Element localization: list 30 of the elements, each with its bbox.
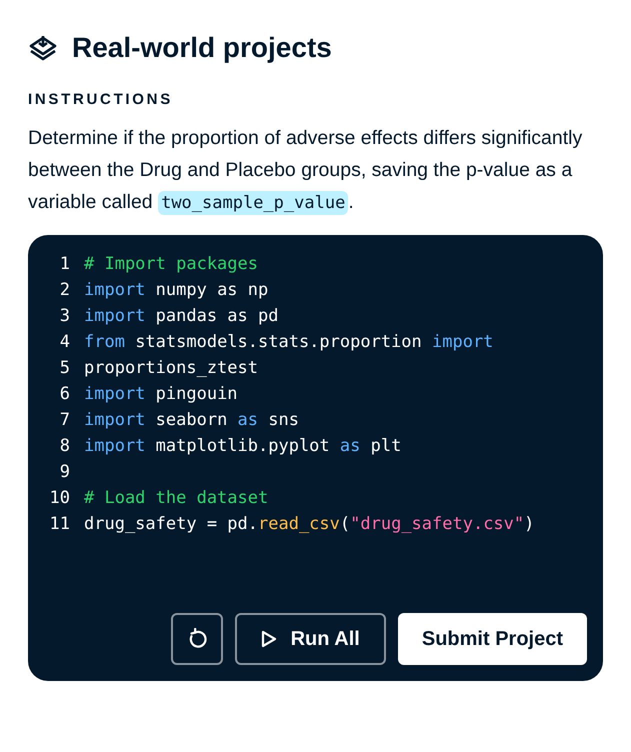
play-icon (260, 630, 277, 648)
code-line: drug_safety = pd.read_csv("drug_safety.csv") (84, 513, 534, 536)
line-number: 1 (58, 253, 70, 276)
line-number: 5 (58, 357, 70, 380)
code-line: import pingouin (84, 383, 238, 406)
line-number: 6 (58, 383, 70, 406)
line-number: 9 (58, 461, 70, 484)
code-line: # Import packages (84, 253, 258, 276)
code-line: import pandas as pd (84, 305, 278, 328)
page-title: Real-world projects (72, 31, 332, 65)
run-all-button[interactable]: Run All (234, 613, 386, 665)
code-line: import seaborn as sns (84, 409, 299, 432)
line-number: 8 (58, 435, 70, 458)
section-label: INSTRUCTIONS (28, 90, 174, 110)
line-number: 11 (48, 513, 70, 536)
inline-code: two_sample_p_value (158, 191, 348, 215)
instructions-text: Determine if the proportion of adverse effects differs significantly between the Drug and Placebo groups, saving the p-value as a variable called two_sample_p_value. (28, 126, 584, 217)
line-number: 2 (58, 279, 70, 302)
code-line: # Load the dataset (84, 487, 268, 510)
reset-button[interactable] (170, 613, 223, 665)
code-line: from statsmodels.stats.proportion import (84, 331, 494, 354)
code-line: import numpy as np (84, 279, 268, 302)
layers-icon (28, 34, 58, 62)
code-line: import matplotlib.pyplot as plt (84, 435, 402, 458)
line-number: 10 (48, 487, 70, 510)
submit-button[interactable]: Submit Project (398, 613, 587, 665)
code-line: proportions_ztest (84, 357, 258, 380)
line-number: 4 (58, 331, 70, 354)
line-number: 7 (58, 409, 70, 432)
line-number: 3 (58, 305, 70, 328)
